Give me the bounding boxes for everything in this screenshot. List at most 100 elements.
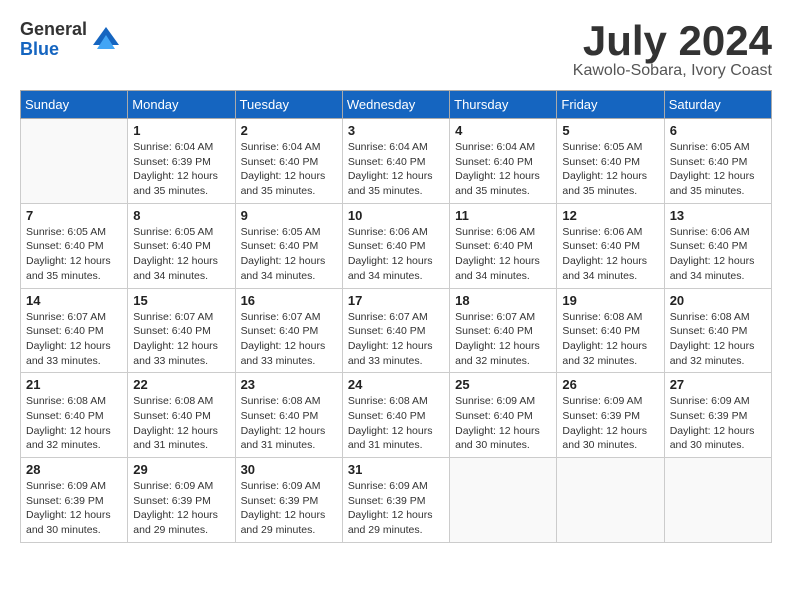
logo-general-text: General (20, 20, 87, 40)
calendar-cell: 31 Sunrise: 6:09 AM Sunset: 6:39 PM Dayli… (342, 458, 449, 543)
calendar-cell: 15Sunrise: 6:07 AM Sunset: 6:40 PM Dayli… (128, 288, 235, 373)
day-info: Sunrise: 6:04 AM Sunset: 6:40 PM Dayligh… (241, 140, 337, 199)
month-title: July 2024 (573, 20, 772, 62)
day-info: Sunrise: 6:09 AM Sunset: 6:39 PM Dayligh… (562, 394, 658, 453)
calendar-week-row: 21 Sunrise: 6:08 AM Sunset: 6:40 PM Dayli… (21, 373, 772, 458)
calendar-header-friday: Friday (557, 91, 664, 119)
day-number: 10 (348, 208, 444, 223)
calendar-header-saturday: Saturday (664, 91, 771, 119)
day-number: 16 (241, 293, 337, 308)
calendar-week-row: 7 Sunrise: 6:05 AM Sunset: 6:40 PM Daylig… (21, 203, 772, 288)
calendar-cell: 18 Sunrise: 6:07 AM Sunset: 6:40 PM Dayli… (450, 288, 557, 373)
day-number: 8 (133, 208, 229, 223)
day-number: 17 (348, 293, 444, 308)
calendar-week-row: 1 Sunrise: 6:04 AM Sunset: 6:39 PM Daylig… (21, 119, 772, 204)
calendar-cell (557, 458, 664, 543)
day-number: 19 (562, 293, 658, 308)
calendar-cell (450, 458, 557, 543)
calendar-table: SundayMondayTuesdayWednesdayThursdayFrid… (20, 90, 772, 543)
calendar-cell: 13Sunrise: 6:06 AM Sunset: 6:40 PM Dayli… (664, 203, 771, 288)
calendar-cell: 2 Sunrise: 6:04 AM Sunset: 6:40 PM Daylig… (235, 119, 342, 204)
calendar-cell: 19 Sunrise: 6:08 AM Sunset: 6:40 PM Dayli… (557, 288, 664, 373)
day-number: 12 (562, 208, 658, 223)
day-info: Sunrise: 6:07 AM Sunset: 6:40 PM Dayligh… (455, 310, 551, 369)
day-number: 26 (562, 377, 658, 392)
day-number: 5 (562, 123, 658, 138)
calendar-cell (664, 458, 771, 543)
day-info: Sunrise: 6:08 AM Sunset: 6:40 PM Dayligh… (133, 394, 229, 453)
day-number: 20 (670, 293, 766, 308)
day-number: 9 (241, 208, 337, 223)
logo: General Blue (20, 20, 121, 60)
day-info: Sunrise: 6:08 AM Sunset: 6:40 PM Dayligh… (26, 394, 122, 453)
day-info: Sunrise: 6:09 AM Sunset: 6:39 PM Dayligh… (26, 479, 122, 538)
day-number: 31 (348, 462, 444, 477)
day-number: 23 (241, 377, 337, 392)
logo-blue-text: Blue (20, 40, 87, 60)
calendar-cell: 7 Sunrise: 6:05 AM Sunset: 6:40 PM Daylig… (21, 203, 128, 288)
day-info: Sunrise: 6:06 AM Sunset: 6:40 PM Dayligh… (455, 225, 551, 284)
calendar-cell (21, 119, 128, 204)
location-subtitle: Kawolo-Sobara, Ivory Coast (573, 62, 772, 80)
calendar-cell: 22 Sunrise: 6:08 AM Sunset: 6:40 PM Dayli… (128, 373, 235, 458)
day-info: Sunrise: 6:07 AM Sunset: 6:40 PM Dayligh… (348, 310, 444, 369)
day-info: Sunrise: 6:06 AM Sunset: 6:40 PM Dayligh… (348, 225, 444, 284)
calendar-cell: 16 Sunrise: 6:07 AM Sunset: 6:40 PM Dayli… (235, 288, 342, 373)
day-info: Sunrise: 6:07 AM Sunset: 6:40 PM Dayligh… (241, 310, 337, 369)
day-number: 30 (241, 462, 337, 477)
calendar-cell: 14Sunrise: 6:07 AM Sunset: 6:40 PM Dayli… (21, 288, 128, 373)
day-number: 6 (670, 123, 766, 138)
day-number: 21 (26, 377, 122, 392)
day-number: 27 (670, 377, 766, 392)
day-number: 25 (455, 377, 551, 392)
calendar-cell: 28 Sunrise: 6:09 AM Sunset: 6:39 PM Dayli… (21, 458, 128, 543)
day-info: Sunrise: 6:09 AM Sunset: 6:39 PM Dayligh… (241, 479, 337, 538)
day-number: 2 (241, 123, 337, 138)
day-number: 11 (455, 208, 551, 223)
day-info: Sunrise: 6:08 AM Sunset: 6:40 PM Dayligh… (348, 394, 444, 453)
calendar-cell: 11 Sunrise: 6:06 AM Sunset: 6:40 PM Dayli… (450, 203, 557, 288)
calendar-cell: 4Sunrise: 6:04 AM Sunset: 6:40 PM Daylig… (450, 119, 557, 204)
logo-icon (91, 25, 121, 55)
calendar-cell: 9Sunrise: 6:05 AM Sunset: 6:40 PM Daylig… (235, 203, 342, 288)
calendar-header-wednesday: Wednesday (342, 91, 449, 119)
calendar-cell: 24Sunrise: 6:08 AM Sunset: 6:40 PM Dayli… (342, 373, 449, 458)
day-info: Sunrise: 6:09 AM Sunset: 6:39 PM Dayligh… (348, 479, 444, 538)
calendar-cell: 26 Sunrise: 6:09 AM Sunset: 6:39 PM Dayli… (557, 373, 664, 458)
day-number: 15 (133, 293, 229, 308)
calendar-header-thursday: Thursday (450, 91, 557, 119)
calendar-header-monday: Monday (128, 91, 235, 119)
calendar-cell: 10 Sunrise: 6:06 AM Sunset: 6:40 PM Dayli… (342, 203, 449, 288)
calendar-cell: 5Sunrise: 6:05 AM Sunset: 6:40 PM Daylig… (557, 119, 664, 204)
page-header: General Blue July 2024 Kawolo-Sobara, Iv… (20, 20, 772, 80)
day-number: 22 (133, 377, 229, 392)
calendar-cell: 25Sunrise: 6:09 AM Sunset: 6:40 PM Dayli… (450, 373, 557, 458)
calendar-header-sunday: Sunday (21, 91, 128, 119)
day-number: 7 (26, 208, 122, 223)
calendar-cell: 1 Sunrise: 6:04 AM Sunset: 6:39 PM Daylig… (128, 119, 235, 204)
day-info: Sunrise: 6:04 AM Sunset: 6:39 PM Dayligh… (133, 140, 229, 199)
day-info: Sunrise: 6:08 AM Sunset: 6:40 PM Dayligh… (241, 394, 337, 453)
day-info: Sunrise: 6:07 AM Sunset: 6:40 PM Dayligh… (26, 310, 122, 369)
calendar-header-tuesday: Tuesday (235, 91, 342, 119)
day-number: 4 (455, 123, 551, 138)
day-info: Sunrise: 6:09 AM Sunset: 6:39 PM Dayligh… (133, 479, 229, 538)
calendar-cell: 30 Sunrise: 6:09 AM Sunset: 6:39 PM Dayli… (235, 458, 342, 543)
day-info: Sunrise: 6:05 AM Sunset: 6:40 PM Dayligh… (670, 140, 766, 199)
day-number: 1 (133, 123, 229, 138)
calendar-cell: 6 Sunrise: 6:05 AM Sunset: 6:40 PM Daylig… (664, 119, 771, 204)
day-number: 29 (133, 462, 229, 477)
calendar-cell: 27 Sunrise: 6:09 AM Sunset: 6:39 PM Dayli… (664, 373, 771, 458)
day-info: Sunrise: 6:05 AM Sunset: 6:40 PM Dayligh… (26, 225, 122, 284)
calendar-week-row: 28 Sunrise: 6:09 AM Sunset: 6:39 PM Dayli… (21, 458, 772, 543)
day-info: Sunrise: 6:08 AM Sunset: 6:40 PM Dayligh… (562, 310, 658, 369)
day-number: 3 (348, 123, 444, 138)
day-info: Sunrise: 6:09 AM Sunset: 6:39 PM Dayligh… (670, 394, 766, 453)
title-area: July 2024 Kawolo-Sobara, Ivory Coast (573, 20, 772, 80)
day-number: 18 (455, 293, 551, 308)
day-info: Sunrise: 6:06 AM Sunset: 6:40 PM Dayligh… (670, 225, 766, 284)
day-number: 28 (26, 462, 122, 477)
day-info: Sunrise: 6:06 AM Sunset: 6:40 PM Dayligh… (562, 225, 658, 284)
calendar-week-row: 14Sunrise: 6:07 AM Sunset: 6:40 PM Dayli… (21, 288, 772, 373)
calendar-cell: 29 Sunrise: 6:09 AM Sunset: 6:39 PM Dayli… (128, 458, 235, 543)
